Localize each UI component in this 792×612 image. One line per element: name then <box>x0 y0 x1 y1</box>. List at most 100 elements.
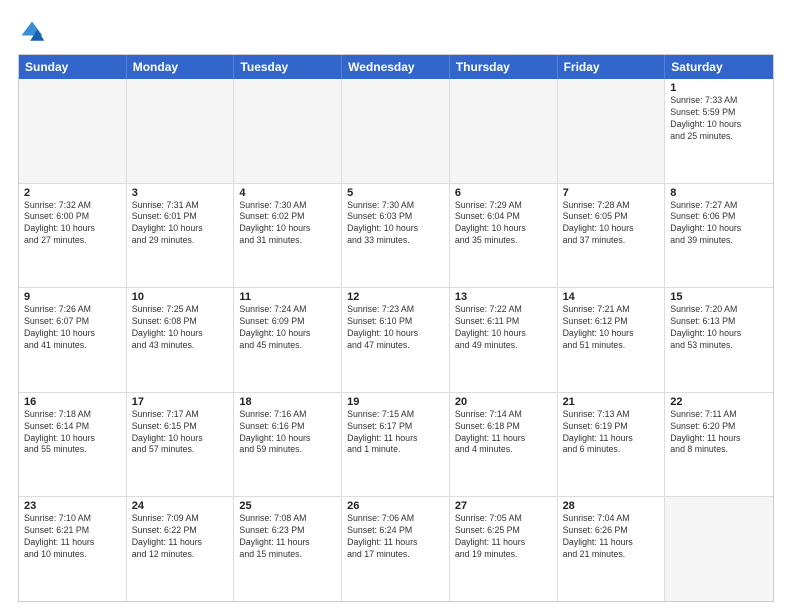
day-info: Sunrise: 7:05 AM Sunset: 6:25 PM Dayligh… <box>455 513 552 561</box>
empty-cell-0-3 <box>342 79 450 183</box>
day-info: Sunrise: 7:10 AM Sunset: 6:21 PM Dayligh… <box>24 513 121 561</box>
empty-cell-0-5 <box>558 79 666 183</box>
empty-cell-0-1 <box>127 79 235 183</box>
day-number: 15 <box>670 291 768 303</box>
day-cell-7: 7Sunrise: 7:28 AM Sunset: 6:05 PM Daylig… <box>558 184 666 288</box>
day-number: 27 <box>455 500 552 512</box>
day-cell-22: 22Sunrise: 7:11 AM Sunset: 6:20 PM Dayli… <box>665 393 773 497</box>
day-cell-18: 18Sunrise: 7:16 AM Sunset: 6:16 PM Dayli… <box>234 393 342 497</box>
day-info: Sunrise: 7:11 AM Sunset: 6:20 PM Dayligh… <box>670 409 768 457</box>
day-number: 8 <box>670 187 768 199</box>
day-info: Sunrise: 7:18 AM Sunset: 6:14 PM Dayligh… <box>24 409 121 457</box>
day-info: Sunrise: 7:09 AM Sunset: 6:22 PM Dayligh… <box>132 513 229 561</box>
day-cell-24: 24Sunrise: 7:09 AM Sunset: 6:22 PM Dayli… <box>127 497 235 601</box>
day-info: Sunrise: 7:08 AM Sunset: 6:23 PM Dayligh… <box>239 513 336 561</box>
day-number: 16 <box>24 396 121 408</box>
day-info: Sunrise: 7:26 AM Sunset: 6:07 PM Dayligh… <box>24 304 121 352</box>
day-cell-26: 26Sunrise: 7:06 AM Sunset: 6:24 PM Dayli… <box>342 497 450 601</box>
day-number: 13 <box>455 291 552 303</box>
day-cell-6: 6Sunrise: 7:29 AM Sunset: 6:04 PM Daylig… <box>450 184 558 288</box>
day-number: 24 <box>132 500 229 512</box>
calendar-header: SundayMondayTuesdayWednesdayThursdayFrid… <box>19 55 773 79</box>
day-number: 7 <box>563 187 660 199</box>
day-cell-27: 27Sunrise: 7:05 AM Sunset: 6:25 PM Dayli… <box>450 497 558 601</box>
day-number: 12 <box>347 291 444 303</box>
day-info: Sunrise: 7:25 AM Sunset: 6:08 PM Dayligh… <box>132 304 229 352</box>
day-cell-5: 5Sunrise: 7:30 AM Sunset: 6:03 PM Daylig… <box>342 184 450 288</box>
day-info: Sunrise: 7:15 AM Sunset: 6:17 PM Dayligh… <box>347 409 444 457</box>
calendar-row-3: 16Sunrise: 7:18 AM Sunset: 6:14 PM Dayli… <box>19 393 773 498</box>
calendar-row-1: 2Sunrise: 7:32 AM Sunset: 6:00 PM Daylig… <box>19 184 773 289</box>
day-info: Sunrise: 7:14 AM Sunset: 6:18 PM Dayligh… <box>455 409 552 457</box>
day-number: 21 <box>563 396 660 408</box>
weekday-header-saturday: Saturday <box>665 55 773 79</box>
day-info: Sunrise: 7:33 AM Sunset: 5:59 PM Dayligh… <box>670 95 768 143</box>
empty-cell-4-6 <box>665 497 773 601</box>
day-cell-2: 2Sunrise: 7:32 AM Sunset: 6:00 PM Daylig… <box>19 184 127 288</box>
day-number: 26 <box>347 500 444 512</box>
weekday-header-sunday: Sunday <box>19 55 127 79</box>
calendar-row-0: 1Sunrise: 7:33 AM Sunset: 5:59 PM Daylig… <box>19 79 773 184</box>
day-cell-9: 9Sunrise: 7:26 AM Sunset: 6:07 PM Daylig… <box>19 288 127 392</box>
day-info: Sunrise: 7:24 AM Sunset: 6:09 PM Dayligh… <box>239 304 336 352</box>
day-info: Sunrise: 7:22 AM Sunset: 6:11 PM Dayligh… <box>455 304 552 352</box>
day-number: 23 <box>24 500 121 512</box>
day-cell-15: 15Sunrise: 7:20 AM Sunset: 6:13 PM Dayli… <box>665 288 773 392</box>
day-cell-10: 10Sunrise: 7:25 AM Sunset: 6:08 PM Dayli… <box>127 288 235 392</box>
day-cell-3: 3Sunrise: 7:31 AM Sunset: 6:01 PM Daylig… <box>127 184 235 288</box>
day-info: Sunrise: 7:16 AM Sunset: 6:16 PM Dayligh… <box>239 409 336 457</box>
calendar-body: 1Sunrise: 7:33 AM Sunset: 5:59 PM Daylig… <box>19 79 773 601</box>
day-cell-8: 8Sunrise: 7:27 AM Sunset: 6:06 PM Daylig… <box>665 184 773 288</box>
day-info: Sunrise: 7:32 AM Sunset: 6:00 PM Dayligh… <box>24 200 121 248</box>
day-info: Sunrise: 7:13 AM Sunset: 6:19 PM Dayligh… <box>563 409 660 457</box>
day-number: 18 <box>239 396 336 408</box>
weekday-header-wednesday: Wednesday <box>342 55 450 79</box>
day-cell-4: 4Sunrise: 7:30 AM Sunset: 6:02 PM Daylig… <box>234 184 342 288</box>
weekday-header-thursday: Thursday <box>450 55 558 79</box>
day-info: Sunrise: 7:06 AM Sunset: 6:24 PM Dayligh… <box>347 513 444 561</box>
day-info: Sunrise: 7:31 AM Sunset: 6:01 PM Dayligh… <box>132 200 229 248</box>
day-number: 14 <box>563 291 660 303</box>
empty-cell-0-2 <box>234 79 342 183</box>
day-cell-20: 20Sunrise: 7:14 AM Sunset: 6:18 PM Dayli… <box>450 393 558 497</box>
day-number: 4 <box>239 187 336 199</box>
day-cell-25: 25Sunrise: 7:08 AM Sunset: 6:23 PM Dayli… <box>234 497 342 601</box>
day-number: 22 <box>670 396 768 408</box>
day-info: Sunrise: 7:21 AM Sunset: 6:12 PM Dayligh… <box>563 304 660 352</box>
day-number: 11 <box>239 291 336 303</box>
day-info: Sunrise: 7:28 AM Sunset: 6:05 PM Dayligh… <box>563 200 660 248</box>
empty-cell-0-4 <box>450 79 558 183</box>
header <box>18 18 774 46</box>
day-info: Sunrise: 7:27 AM Sunset: 6:06 PM Dayligh… <box>670 200 768 248</box>
day-number: 3 <box>132 187 229 199</box>
day-number: 9 <box>24 291 121 303</box>
day-cell-23: 23Sunrise: 7:10 AM Sunset: 6:21 PM Dayli… <box>19 497 127 601</box>
day-cell-28: 28Sunrise: 7:04 AM Sunset: 6:26 PM Dayli… <box>558 497 666 601</box>
calendar: SundayMondayTuesdayWednesdayThursdayFrid… <box>18 54 774 602</box>
day-cell-16: 16Sunrise: 7:18 AM Sunset: 6:14 PM Dayli… <box>19 393 127 497</box>
weekday-header-monday: Monday <box>127 55 235 79</box>
day-number: 1 <box>670 82 768 94</box>
day-number: 6 <box>455 187 552 199</box>
day-cell-11: 11Sunrise: 7:24 AM Sunset: 6:09 PM Dayli… <box>234 288 342 392</box>
day-number: 17 <box>132 396 229 408</box>
day-cell-1: 1Sunrise: 7:33 AM Sunset: 5:59 PM Daylig… <box>665 79 773 183</box>
day-info: Sunrise: 7:30 AM Sunset: 6:02 PM Dayligh… <box>239 200 336 248</box>
day-number: 10 <box>132 291 229 303</box>
day-info: Sunrise: 7:20 AM Sunset: 6:13 PM Dayligh… <box>670 304 768 352</box>
weekday-header-friday: Friday <box>558 55 666 79</box>
day-cell-13: 13Sunrise: 7:22 AM Sunset: 6:11 PM Dayli… <box>450 288 558 392</box>
day-info: Sunrise: 7:23 AM Sunset: 6:10 PM Dayligh… <box>347 304 444 352</box>
day-cell-19: 19Sunrise: 7:15 AM Sunset: 6:17 PM Dayli… <box>342 393 450 497</box>
day-cell-12: 12Sunrise: 7:23 AM Sunset: 6:10 PM Dayli… <box>342 288 450 392</box>
day-cell-17: 17Sunrise: 7:17 AM Sunset: 6:15 PM Dayli… <box>127 393 235 497</box>
day-number: 5 <box>347 187 444 199</box>
day-info: Sunrise: 7:30 AM Sunset: 6:03 PM Dayligh… <box>347 200 444 248</box>
day-cell-21: 21Sunrise: 7:13 AM Sunset: 6:19 PM Dayli… <box>558 393 666 497</box>
logo <box>18 18 50 46</box>
day-number: 2 <box>24 187 121 199</box>
day-number: 20 <box>455 396 552 408</box>
day-info: Sunrise: 7:17 AM Sunset: 6:15 PM Dayligh… <box>132 409 229 457</box>
day-number: 19 <box>347 396 444 408</box>
page: SundayMondayTuesdayWednesdayThursdayFrid… <box>0 0 792 612</box>
